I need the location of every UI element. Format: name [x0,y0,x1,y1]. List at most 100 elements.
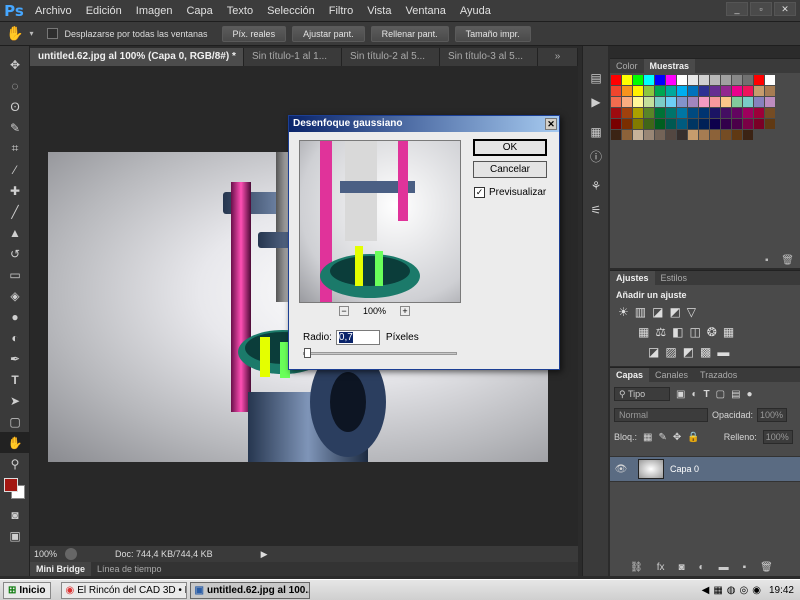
curves-icon[interactable]: ◪ [652,305,663,319]
swatch[interactable] [732,75,742,85]
eyedropper-tool-icon[interactable]: ⁄ [0,159,30,180]
swatch[interactable] [699,130,709,140]
actual-pixels-button[interactable]: Píx. reales [221,25,287,42]
swatch[interactable] [721,86,731,96]
fit-screen-button[interactable]: Ajustar pant. [292,25,365,42]
swatch[interactable] [644,119,654,129]
network-icon[interactable]: ▦ [713,585,722,596]
swatch[interactable] [633,108,643,118]
photo-filter-icon[interactable]: ◫ [689,325,700,339]
blend-mode-select[interactable]: Normal [614,408,708,422]
add-mask-icon[interactable]: ◙ [678,562,684,573]
swatch[interactable] [644,108,654,118]
swatch[interactable] [765,108,775,118]
status-menu-icon[interactable]: ▶ [261,549,268,560]
taskbar-item-browser[interactable]: ◉ El Rincón del CAD 3D • E... [60,581,187,599]
layer-kind-filter[interactable]: ⚲ Tipo [614,387,670,401]
menu-vista[interactable]: Vista [360,0,398,22]
swatch[interactable] [611,97,621,107]
delete-layer-icon[interactable]: 🗑 [760,562,773,573]
swatch[interactable] [633,97,643,107]
update-icon[interactable]: ◉ [752,585,761,596]
menu-filtro[interactable]: Filtro [322,0,360,22]
new-layer-icon[interactable]: ▪ [743,562,747,573]
menu-edicion[interactable]: Edición [79,0,129,22]
swatch[interactable] [644,130,654,140]
swatch[interactable] [743,130,753,140]
tab-mini-bridge[interactable]: Mini Bridge [30,562,91,576]
swatch[interactable] [633,119,643,129]
swatch[interactable] [721,97,731,107]
marquee-tool-icon[interactable]: ◌ [0,75,30,96]
swatch[interactable] [655,119,665,129]
tab-color[interactable]: Color [610,59,644,73]
swatch[interactable] [699,75,709,85]
swatch[interactable] [688,119,698,129]
swatch[interactable] [677,130,687,140]
filter-shape-icon[interactable]: ▢ [716,389,725,400]
volume-icon[interactable]: ◍ [727,585,736,596]
minimize-icon[interactable]: _ [726,2,748,16]
swatch[interactable] [622,130,632,140]
swatch[interactable] [721,108,731,118]
taskbar-item-photoshop[interactable]: ▣ untitled.62.jpg al 100... [189,581,310,599]
swatch[interactable] [765,97,775,107]
move-tool-icon[interactable]: ✥ [0,54,30,75]
swatch[interactable] [655,86,665,96]
swatch[interactable] [655,108,665,118]
fill-screen-button[interactable]: Rellenar pant. [370,25,449,42]
swatch[interactable] [644,97,654,107]
swatch[interactable] [688,75,698,85]
swatch[interactable] [721,75,731,85]
black-white-icon[interactable]: ◧ [672,325,683,339]
swatch[interactable] [633,86,643,96]
swatch[interactable] [754,75,764,85]
swatch[interactable] [666,97,676,107]
swatch[interactable] [655,130,665,140]
swatch[interactable] [688,108,698,118]
tab-sin-titulo-1[interactable]: Sin título-1 al 1... [244,48,342,66]
swatch[interactable] [677,119,687,129]
swatch[interactable] [699,119,709,129]
healing-tool-icon[interactable]: ✚ [0,180,30,201]
foreground-color[interactable] [4,478,18,492]
color-lookup-icon[interactable]: ▦ [723,325,734,339]
tab-sin-titulo-3[interactable]: Sin título-3 al 5... [440,48,538,66]
maximize-icon[interactable]: ▫ [750,2,772,16]
link-layers-icon[interactable]: ⛓ [630,562,643,573]
dodge-tool-icon[interactable]: ◐ [0,327,30,348]
radius-slider[interactable] [303,348,457,358]
swatch[interactable] [644,75,654,85]
filter-pixel-icon[interactable]: ▣ [676,389,685,400]
brightness-icon[interactable]: ☀ [618,305,629,319]
lasso-tool-icon[interactable]: ʘ [0,96,30,117]
fill-input[interactable]: 100% [762,430,793,444]
lock-position-icon[interactable]: ✥ [673,432,681,443]
swatch[interactable] [732,108,742,118]
levels-icon[interactable]: ▥ [635,305,646,319]
invert-icon[interactable]: ◪ [648,345,659,359]
zoom-in-icon[interactable]: + [400,306,411,316]
swatch[interactable] [622,75,632,85]
swatch[interactable] [622,119,632,129]
menu-ayuda[interactable]: Ayuda [453,0,498,22]
eraser-tool-icon[interactable]: ▭ [0,264,30,285]
brush-tool-icon[interactable]: ╱ [0,201,30,222]
radius-input[interactable]: 0,7 [335,330,380,345]
posterize-icon[interactable]: ▨ [665,345,676,359]
swatch[interactable] [666,75,676,85]
color-balance-icon[interactable]: ⚖ [655,325,666,339]
crop-tool-icon[interactable]: ⌗ [0,138,30,159]
swatch[interactable] [611,75,621,85]
swatch[interactable] [666,119,676,129]
swatch[interactable] [611,86,621,96]
bucket-tool-icon[interactable]: ◈ [0,285,30,306]
tab-canales[interactable]: Canales [649,368,694,382]
swatch[interactable] [666,86,676,96]
swatch[interactable] [688,86,698,96]
path-select-tool-icon[interactable]: ➤ [0,390,30,411]
swatch[interactable] [644,86,654,96]
swatch[interactable] [633,75,643,85]
swatch[interactable] [743,86,753,96]
threshold-icon[interactable]: ◩ [683,345,694,359]
